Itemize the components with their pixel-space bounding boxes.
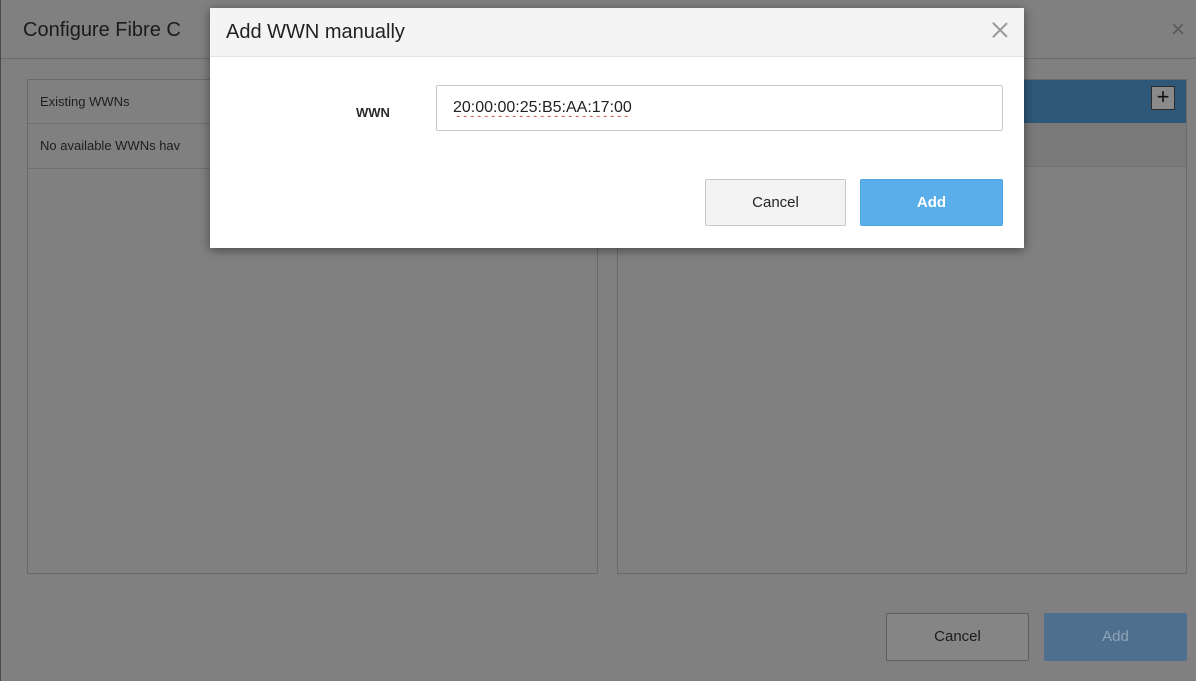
wwn-input[interactable] [436,85,1003,131]
background-close-icon: × [1171,16,1186,43]
plus-icon: + [1151,86,1175,110]
cancel-button[interactable]: Cancel [705,179,846,226]
modal-header: Add WWN manually [210,8,1024,57]
existing-wwns-label: Existing WWNs [40,94,130,109]
no-wwns-message: No available WWNs hav [40,138,181,153]
add-wwn-modal: Add WWN manually WWN Cancel Add [210,8,1024,248]
background-cancel-button: Cancel [886,613,1029,661]
background-add-button: Add [1044,613,1187,661]
add-button[interactable]: Add [860,179,1003,226]
background-dialog-title: Configure Fibre C [23,19,181,41]
wwn-label: WWN [356,105,390,120]
close-icon[interactable] [988,19,1012,43]
modal-title: Add WWN manually [226,21,405,43]
